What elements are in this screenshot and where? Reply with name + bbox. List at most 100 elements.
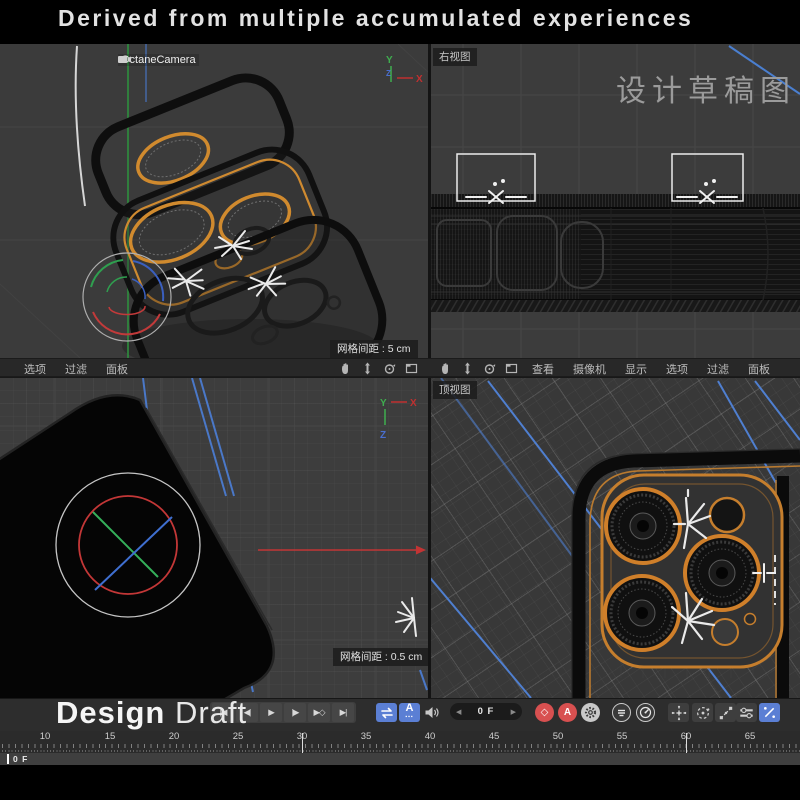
mic-circle (745, 614, 756, 625)
viewport-perspective[interactable]: Y X Z OctaneCamera 网格间距 : 5 cm (0, 44, 428, 358)
perspective-scene: Y X Z (0, 44, 428, 358)
sparkle-scribble (396, 598, 416, 636)
keying-settings-button[interactable] (581, 703, 600, 722)
autokey-a-label: A (564, 707, 571, 718)
menu-cameras[interactable]: 摄像机 (573, 361, 606, 377)
timeline-ruler[interactable]: 10 15 20 25 30 35 40 45 50 55 60 65 (0, 731, 800, 753)
menu-view[interactable]: 查看 (532, 361, 554, 377)
maximize-view-icon[interactable] (505, 362, 518, 375)
rotate-tool-button[interactable] (692, 703, 713, 722)
play-button[interactable]: ▶ (260, 703, 282, 722)
x-axis-arrow (258, 546, 426, 555)
next-key-button[interactable]: ▶◇ (308, 703, 330, 722)
move-tool-button[interactable] (668, 703, 689, 722)
next-frame-button[interactable]: |▶ (284, 703, 306, 722)
cycle-arrows-icon (380, 707, 394, 719)
axis-triad: Y X Z (380, 398, 417, 441)
gear-icon (584, 706, 597, 719)
viewport-name-label[interactable]: 右视图 (433, 48, 477, 66)
frame-decrement[interactable]: ◀ (456, 708, 461, 716)
move-cross-icon (671, 705, 687, 721)
goto-end-button[interactable]: ▶| (332, 703, 354, 722)
menu-display[interactable]: 显示 (625, 361, 647, 377)
phone-body[interactable] (0, 395, 274, 698)
ruler-tick: 15 (105, 731, 116, 742)
timeline-frame-row[interactable]: 0 F (0, 753, 800, 765)
svg-text:Y: Y (380, 398, 387, 409)
bottom-spacer (0, 765, 800, 800)
pan-hand-icon[interactable] (439, 362, 452, 375)
render-button[interactable] (612, 703, 631, 722)
camera-label[interactable]: OctaneCamera (118, 54, 199, 66)
axis-triad: Y X Z (386, 55, 423, 85)
viewport-name-label[interactable]: 顶视图 (433, 381, 477, 399)
perspective-menubar: 选项 过滤 面板 (0, 359, 428, 378)
lens-right (685, 536, 759, 610)
svg-text:Y: Y (386, 55, 393, 66)
autokey-label: A (406, 704, 414, 713)
menu-options[interactable]: 选项 (24, 361, 46, 377)
gauge-icon (639, 706, 652, 719)
loop-playback-button[interactable] (376, 703, 397, 722)
circle-bars-icon (616, 707, 627, 718)
autokey-button[interactable]: A ▪▪▪ (399, 703, 420, 722)
lens-bottom-left (605, 576, 679, 650)
svg-text:X: X (416, 74, 423, 85)
render-settings-button[interactable] (636, 703, 655, 722)
top-view-scene (431, 378, 800, 698)
viewport-menubar: 选项 过滤 面板 查看 摄像机 显示 选项 过滤 面板 (0, 358, 800, 377)
menu-filter[interactable]: 过滤 (707, 361, 729, 377)
ruler-tick: 50 (553, 731, 564, 742)
coord-system-button[interactable] (759, 703, 780, 722)
viewport-back-view[interactable]: Y X Z 网格间距 : 0.5 cm (0, 378, 428, 698)
brand-light: Draft (165, 695, 247, 730)
ruler-tick: 65 (745, 731, 756, 742)
frame-increment[interactable]: ▶ (511, 708, 516, 716)
autokey-red-button[interactable]: A (558, 703, 577, 722)
current-frame-handle[interactable] (7, 754, 9, 764)
phone-side-wireframe (431, 194, 800, 312)
page-title: Derived from multiple accumulated experi… (58, 5, 693, 32)
scale-box-icon (718, 705, 734, 721)
diagonal-line-icon (762, 705, 777, 720)
rotate-circle-icon (695, 705, 711, 721)
pan-hand-icon[interactable] (339, 362, 352, 375)
viewport-top-view[interactable]: 顶视图 (431, 378, 800, 698)
camera-name: OctaneCamera (121, 54, 196, 66)
svg-text:Z: Z (380, 430, 386, 441)
white-spline (76, 46, 85, 206)
current-frame-spinner[interactable]: ◀ 0 F ▶ (450, 703, 522, 720)
lens-top-left (606, 489, 680, 563)
lidar-circle (710, 498, 744, 532)
rotate-view-icon[interactable] (483, 362, 496, 375)
keyframe-diamond-icon: ◇ (541, 707, 549, 718)
dolly-zoom-icon[interactable] (461, 362, 474, 375)
frame-marker-line[interactable] (686, 733, 687, 753)
scale-tool-button[interactable] (715, 703, 736, 722)
maximize-view-icon[interactable] (405, 362, 418, 375)
ruler-tick: 55 (617, 731, 628, 742)
ruler-tick: 10 (40, 731, 51, 742)
ruler-tick: 25 (233, 731, 244, 742)
frame-value: 0 F (478, 706, 495, 717)
ruler-tick: 35 (361, 731, 372, 742)
record-keyframe-button[interactable]: ◇ (535, 703, 554, 722)
dolly-zoom-icon[interactable] (361, 362, 374, 375)
sound-button[interactable] (421, 703, 442, 722)
right-view-menubar: 查看 摄像机 显示 选项 过滤 面板 (431, 359, 800, 378)
menu-panel[interactable]: 面板 (106, 361, 128, 377)
svg-text:Z: Z (386, 69, 391, 78)
viewport-right-view[interactable]: 右视图 设计草稿图 (431, 44, 800, 358)
frame-marker-line[interactable] (302, 733, 303, 753)
brand-bold: Design (56, 695, 165, 730)
menu-options[interactable]: 选项 (666, 361, 688, 377)
exploded-phone-case (61, 61, 397, 358)
layer-settings-button[interactable] (736, 703, 757, 722)
menu-filter[interactable]: 过滤 (65, 361, 87, 377)
watermark-text: 设计草稿图 (616, 66, 796, 110)
ruler-tick: 40 (425, 731, 436, 742)
rotate-view-icon[interactable] (383, 362, 396, 375)
grid-spacing-label: 网格间距 : 5 cm (330, 340, 418, 358)
c4d-workspace: Derived from multiple accumulated experi… (0, 0, 800, 800)
menu-panel[interactable]: 面板 (748, 361, 770, 377)
